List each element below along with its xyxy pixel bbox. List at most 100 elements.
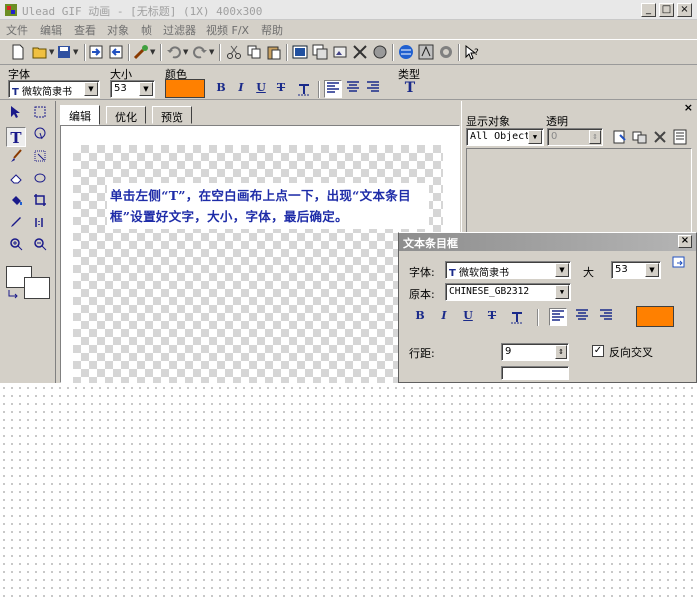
tab-preview[interactable]: 预览 (152, 106, 192, 124)
chevron-down-icon[interactable]: ▼ (139, 82, 153, 96)
copy-icon[interactable] (246, 44, 262, 60)
underline-button[interactable]: U (252, 80, 270, 98)
minimize-button[interactable]: _ (641, 3, 656, 17)
tab-optimize[interactable]: 优化 (106, 106, 146, 124)
chevron-down-icon[interactable]: ▼ (645, 263, 659, 277)
magic-wand-tool[interactable] (30, 149, 50, 169)
dialog-align-center-button[interactable] (573, 308, 591, 326)
eyedropper-tool[interactable] (6, 215, 26, 235)
marquee-tool[interactable] (30, 105, 50, 125)
spin-arrows-icon[interactable]: ⇕ (555, 345, 567, 359)
undo-dropdown-arrow[interactable]: ▼ (183, 48, 188, 56)
maximize-button[interactable]: □ (659, 3, 674, 17)
dialog-underline-button[interactable]: U (459, 308, 477, 326)
text-color-swatch[interactable] (165, 79, 205, 98)
menu-edit[interactable]: 编辑 (40, 22, 62, 38)
background-color-swatch[interactable] (24, 277, 50, 299)
dialog-strikethrough-button[interactable]: T (483, 308, 501, 326)
transparent-canvas[interactable]: 单击左侧“T”，在空白画布上点一下，出现“文本条目框”设置好文字，大小，字体，最… (73, 145, 443, 383)
crop-tool[interactable] (30, 193, 50, 213)
dialog-close-button[interactable]: × (678, 235, 692, 248)
open-folder-icon[interactable] (32, 44, 48, 60)
menu-filter[interactable]: 过滤器 (163, 22, 196, 38)
new-file-icon[interactable] (10, 44, 26, 60)
zoom-in-tool[interactable] (6, 237, 26, 257)
menu-view[interactable]: 查看 (74, 22, 96, 38)
tab-edit[interactable]: 编辑 (60, 105, 100, 125)
redo-icon[interactable] (192, 44, 208, 60)
antialias-checkbox[interactable]: ✓ (592, 345, 604, 357)
object-list-icon[interactable] (672, 129, 688, 145)
menu-video-fx[interactable]: 视频 F/X (206, 22, 249, 38)
cut-icon[interactable] (226, 44, 242, 60)
text-effect-icon[interactable] (296, 81, 312, 97)
strikethrough-button[interactable]: T (272, 80, 290, 98)
ellipse-tool[interactable] (30, 171, 50, 191)
paste-icon[interactable] (266, 44, 282, 60)
paint-bucket-tool[interactable] (6, 193, 26, 213)
align-center-button[interactable] (344, 80, 362, 98)
optimize-icon[interactable] (438, 44, 454, 60)
chevron-down-icon[interactable]: ▼ (555, 285, 569, 299)
help-pointer-icon[interactable]: ? (464, 44, 480, 60)
text-type-button[interactable]: T (401, 80, 419, 98)
object-properties-icon[interactable] (612, 129, 628, 145)
delete-object-icon[interactable] (652, 129, 668, 145)
secondary-field[interactable] (501, 366, 569, 380)
dialog-size-combo[interactable]: 53 ▼ (611, 261, 661, 279)
duplicate-frame-icon[interactable] (312, 44, 328, 60)
export-icon[interactable] (108, 44, 124, 60)
wizard-dropdown-arrow[interactable]: ▼ (150, 48, 155, 56)
dialog-font-combo[interactable]: T 微软简隶书 ▼ (445, 261, 571, 279)
bold-button[interactable]: B (212, 80, 230, 98)
dialog-text-color-swatch[interactable] (636, 306, 674, 327)
menu-object[interactable]: 对象 (107, 22, 129, 38)
crop-icon[interactable] (352, 44, 368, 60)
transform-icon[interactable] (372, 44, 388, 60)
dialog-title-bar[interactable]: 文本条目框 × (399, 233, 696, 251)
zoom-out-tool[interactable] (30, 237, 50, 257)
size-combo[interactable]: 53 ▼ (110, 80, 155, 98)
align-right-button[interactable] (364, 80, 382, 98)
eraser-tool[interactable] (6, 171, 26, 191)
dialog-align-left-button[interactable] (549, 308, 567, 326)
duplicate-object-icon[interactable] (632, 129, 648, 145)
redo-dropdown-arrow[interactable]: ▼ (209, 48, 214, 56)
font-combo[interactable]: T 微软简隶书 ▼ (8, 80, 100, 98)
line-spacing-field[interactable]: 9 ⇕ (501, 343, 569, 361)
dialog-text-effect-icon[interactable] (509, 309, 525, 325)
save-dropdown-arrow[interactable]: ▼ (73, 48, 78, 56)
chevron-down-icon[interactable]: ▼ (528, 130, 542, 144)
open-dropdown-arrow[interactable]: ▼ (49, 48, 54, 56)
chevron-down-icon[interactable]: ▼ (84, 82, 98, 96)
text-tool[interactable]: T (6, 127, 26, 147)
spin-arrows-icon[interactable]: ⇕ (589, 130, 601, 144)
show-objects-combo[interactable]: All Objects ▼ (466, 128, 544, 146)
import-icon[interactable] (88, 44, 104, 60)
undo-icon[interactable] (166, 44, 182, 60)
align-left-button[interactable] (324, 80, 342, 98)
wizard-icon[interactable] (133, 44, 149, 60)
close-button[interactable]: × (677, 3, 692, 17)
paintbrush-tool[interactable] (6, 149, 26, 169)
pick-tool[interactable] (6, 105, 26, 125)
dialog-script-combo[interactable]: CHINESE_GB2312 ▼ (445, 283, 571, 301)
add-image-icon[interactable] (332, 44, 348, 60)
preview-icon[interactable] (418, 44, 434, 60)
menu-file[interactable]: 文件 (6, 22, 28, 38)
dialog-align-right-button[interactable] (597, 308, 615, 326)
web-icon[interactable] (398, 44, 414, 60)
dialog-expand-icon[interactable] (671, 255, 687, 271)
menu-frame[interactable]: 帧 (141, 22, 152, 38)
dialog-italic-button[interactable]: I (435, 308, 453, 326)
save-icon[interactable] (56, 44, 72, 60)
frame-icon[interactable] (292, 44, 308, 60)
transparency-field[interactable]: 0 ⇕ (547, 128, 603, 146)
italic-button[interactable]: I (232, 80, 250, 98)
dialog-bold-button[interactable]: B (411, 308, 429, 326)
actual-size-tool[interactable] (30, 215, 50, 235)
chevron-down-icon[interactable]: ▼ (555, 263, 569, 277)
swap-colors-icon[interactable] (7, 289, 19, 299)
lasso-tool[interactable] (30, 127, 50, 147)
panel-close-icon[interactable]: × (684, 101, 693, 114)
